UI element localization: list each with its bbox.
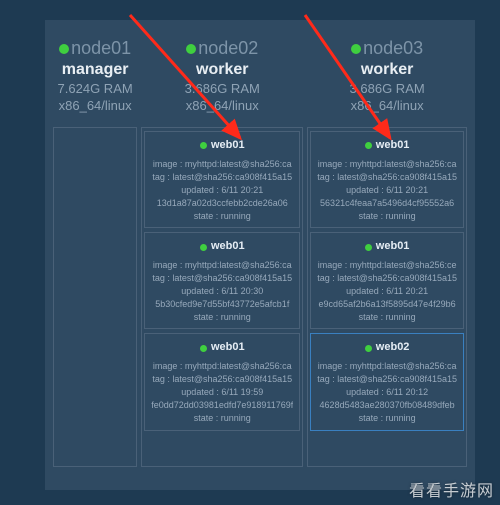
container-name: web01: [376, 138, 410, 154]
container-line: updated : 6/11 20:21: [151, 184, 293, 197]
status-dot-icon: [59, 44, 69, 54]
container-card[interactable]: web01 image : myhttpd:latest@sha256:ce t…: [310, 232, 464, 329]
node-role: worker: [185, 61, 260, 79]
container-line: image : myhttpd:latest@sha256:ca: [151, 360, 293, 373]
node-ram: 3.686G RAM: [185, 81, 260, 96]
node-card-list: [53, 127, 137, 467]
status-dot-icon: [365, 244, 372, 251]
container-line: updated : 6/11 20:21: [317, 184, 457, 197]
container-line: updated : 6/11 20:21: [317, 285, 457, 298]
container-line: 5b30cfed9e7d55bf43772e5afcb1f: [151, 298, 293, 311]
container-line: fe0dd72dd03981edfd7e918911769f: [151, 399, 293, 412]
container-name: web01: [376, 239, 410, 255]
container-line: 13d1a87a02d3ccfebb2cde26a06: [151, 197, 293, 210]
container-card[interactable]: web02 image : myhttpd:latest@sha256:ca t…: [310, 333, 464, 430]
container-card[interactable]: web01 image : myhttpd:latest@sha256:ca t…: [144, 333, 300, 430]
container-line: 56321c4feaa7a5496d4cf95552a6: [317, 197, 457, 210]
node-arch: x86_64/linux: [185, 98, 260, 113]
container-name: web01: [211, 138, 245, 154]
status-dot-icon: [186, 44, 196, 54]
status-dot-icon: [200, 142, 207, 149]
container-line: tag : latest@sha256:ca908f415a15: [317, 373, 457, 386]
node-column-1: node02 worker 3.686G RAM x86_64/linux we…: [141, 38, 303, 490]
node-arch: x86_64/linux: [350, 98, 425, 113]
node-ram: 7.624G RAM: [58, 81, 133, 96]
container-card[interactable]: web01 image : myhttpd:latest@sha256:ca t…: [144, 131, 300, 228]
container-title: web01: [151, 239, 293, 255]
container-line: image : myhttpd:latest@sha256:ca: [317, 360, 457, 373]
node-column-0: node01 manager 7.624G RAM x86_64/linux: [53, 38, 137, 490]
node-name: node03: [363, 38, 423, 59]
container-title: web01: [151, 340, 293, 356]
node-title: node02: [185, 38, 260, 59]
container-line: tag : latest@sha256:ca908f415a15: [151, 171, 293, 184]
status-dot-icon: [351, 44, 361, 54]
container-line: updated : 6/11 19:59: [151, 386, 293, 399]
container-line: state : running: [317, 311, 457, 324]
node-arch: x86_64/linux: [58, 98, 133, 113]
container-name: web01: [211, 340, 245, 356]
container-line: tag : latest@sha256:ca908f415a15: [151, 373, 293, 386]
container-line: state : running: [151, 210, 293, 223]
container-title: web01: [317, 239, 457, 255]
container-line: tag : latest@sha256:ca908f415a15: [317, 171, 457, 184]
node-card-list: web01 image : myhttpd:latest@sha256:ca t…: [307, 127, 467, 467]
watermark: 看看手游网: [409, 477, 494, 501]
container-title: web01: [151, 138, 293, 154]
container-line: tag : latest@sha256:ca908f415a15: [317, 272, 457, 285]
node-name: node02: [198, 38, 258, 59]
dashboard-panel: node01 manager 7.624G RAM x86_64/linux n…: [45, 20, 475, 490]
node-title: node03: [350, 38, 425, 59]
container-line: tag : latest@sha256:ca908f415a15: [151, 272, 293, 285]
container-line: updated : 6/11 20:30: [151, 285, 293, 298]
container-line: image : myhttpd:latest@sha256:ca: [151, 259, 293, 272]
container-line: 4628d5483ae280370fb08489dfeb: [317, 399, 457, 412]
status-dot-icon: [365, 142, 372, 149]
node-column-2: node03 worker 3.686G RAM x86_64/linux we…: [307, 38, 467, 490]
container-line: state : running: [317, 412, 457, 425]
container-line: updated : 6/11 20:12: [317, 386, 457, 399]
container-card[interactable]: web01 image : myhttpd:latest@sha256:ca t…: [310, 131, 464, 228]
node-header: node02 worker 3.686G RAM x86_64/linux: [185, 38, 260, 113]
container-line: state : running: [317, 210, 457, 223]
node-header: node03 worker 3.686G RAM x86_64/linux: [350, 38, 425, 113]
container-line: image : myhttpd:latest@sha256:ca: [317, 158, 457, 171]
node-header: node01 manager 7.624G RAM x86_64/linux: [58, 38, 133, 113]
status-dot-icon: [200, 244, 207, 251]
status-dot-icon: [200, 345, 207, 352]
container-line: state : running: [151, 311, 293, 324]
container-line: state : running: [151, 412, 293, 425]
container-card[interactable]: web01 image : myhttpd:latest@sha256:ca t…: [144, 232, 300, 329]
container-line: image : myhttpd:latest@sha256:ca: [151, 158, 293, 171]
container-name: web02: [376, 340, 410, 356]
container-line: e9cd65af2b6a13f5895d47e4f29b6: [317, 298, 457, 311]
container-name: web01: [211, 239, 245, 255]
node-role: manager: [58, 61, 133, 79]
status-dot-icon: [365, 345, 372, 352]
container-line: image : myhttpd:latest@sha256:ce: [317, 259, 457, 272]
node-title: node01: [58, 38, 133, 59]
node-card-list: web01 image : myhttpd:latest@sha256:ca t…: [141, 127, 303, 467]
container-title: web02: [317, 340, 457, 356]
node-name: node01: [71, 38, 131, 59]
node-ram: 3.686G RAM: [350, 81, 425, 96]
container-title: web01: [317, 138, 457, 154]
node-role: worker: [350, 61, 425, 79]
